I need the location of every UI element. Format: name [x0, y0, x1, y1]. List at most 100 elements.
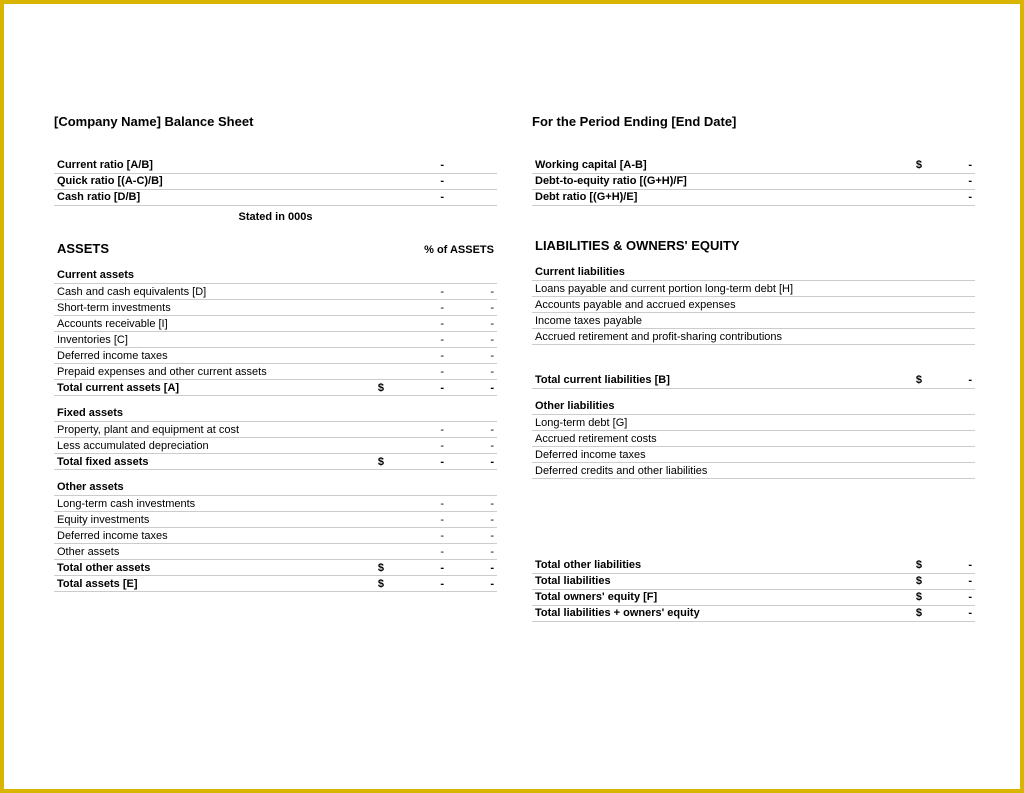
line-label: Property, plant and equipment at cost	[54, 422, 373, 438]
ratio-value: -	[925, 189, 975, 205]
balance-sheet-page: [Company Name] Balance Sheet Current rat…	[4, 4, 1020, 622]
total-label: Total liabilities + owners' equity	[532, 605, 911, 621]
ratio-label: Debt-to-equity ratio [(G+H)/F]	[532, 173, 911, 189]
ratio-label: Current ratio [A/B]	[54, 157, 387, 173]
total-value: -	[925, 589, 975, 605]
total-label: Total liabilities	[532, 573, 911, 589]
line-label: Short-term investments	[54, 300, 373, 316]
ratio-value: -	[387, 189, 447, 205]
total-value: -	[387, 560, 447, 576]
line-label: Accrued retirement and profit-sharing co…	[532, 329, 975, 345]
line-label: Equity investments	[54, 512, 373, 528]
liab-section-head: LIABILITIES & OWNERS' EQUITY	[532, 220, 975, 255]
line-value: -	[387, 332, 447, 348]
line-pct: -	[447, 528, 497, 544]
line-label: Deferred credits and other liabilities	[532, 463, 975, 479]
line-label: Accrued retirement costs	[532, 431, 975, 447]
line-value: -	[387, 316, 447, 332]
left-column: [Company Name] Balance Sheet Current rat…	[54, 114, 497, 622]
line-label: Deferred income taxes	[54, 348, 373, 364]
line-label: Accounts receivable [I]	[54, 316, 373, 332]
line-label: Deferred income taxes	[532, 447, 975, 463]
currency-symbol: $	[911, 605, 925, 621]
ratio-value: -	[387, 157, 447, 173]
line-label: Prepaid expenses and other current asset…	[54, 364, 373, 380]
line-value: -	[387, 422, 447, 438]
line-value: -	[387, 364, 447, 380]
total-other-assets-label: Total other assets	[54, 560, 373, 576]
line-value: -	[387, 512, 447, 528]
right-column: For the Period Ending [End Date] Working…	[532, 114, 975, 622]
currency-symbol: $	[373, 576, 387, 592]
ratio-label: Debt ratio [(G+H)/E]	[532, 189, 911, 205]
ratio-value: -	[925, 157, 975, 173]
total-value: -	[925, 557, 975, 573]
total-label: Total owners' equity [F]	[532, 589, 911, 605]
line-pct: -	[447, 364, 497, 380]
ratio-label: Cash ratio [D/B]	[54, 189, 387, 205]
line-pct: -	[447, 438, 497, 454]
line-label: Long-term cash investments	[54, 496, 373, 512]
total-pct: -	[447, 576, 497, 592]
total-pct: -	[447, 454, 497, 470]
line-pct: -	[447, 544, 497, 560]
currency-symbol: $	[373, 454, 387, 470]
line-value: -	[387, 300, 447, 316]
total-value: -	[387, 380, 447, 396]
current-assets-head: Current assets	[54, 268, 497, 284]
current-liabilities-table: Current liabilities Loans payable and cu…	[532, 255, 975, 480]
total-pct: -	[447, 560, 497, 576]
line-value: -	[387, 438, 447, 454]
document-frame: [Company Name] Balance Sheet Current rat…	[0, 0, 1024, 793]
right-ratios-table: Working capital [A-B]$- Debt-to-equity r…	[532, 157, 975, 206]
line-value: -	[387, 528, 447, 544]
ratio-value: -	[925, 173, 975, 189]
right-title: For the Period Ending [End Date]	[532, 114, 736, 129]
ratio-label: Quick ratio [(A-C)/B]	[54, 173, 387, 189]
left-ratios-table: Current ratio [A/B]- Quick ratio [(A-C)/…	[54, 157, 497, 206]
line-label: Deferred income taxes	[54, 528, 373, 544]
total-current-assets-label: Total current assets [A]	[54, 380, 373, 396]
total-assets-label: Total assets [E]	[54, 576, 373, 592]
line-label: Accounts payable and accrued expenses	[532, 297, 975, 313]
line-label: Loans payable and current portion long-t…	[532, 281, 975, 297]
line-label: Less accumulated depreciation	[54, 438, 373, 454]
total-current-liab-label: Total current liabilities [B]	[532, 373, 911, 389]
current-assets-table: Current assets Cash and cash equivalents…	[54, 258, 497, 593]
current-liab-head: Current liabilities	[532, 265, 975, 281]
currency-symbol: $	[911, 157, 925, 173]
line-label: Long-term debt [G]	[532, 415, 975, 431]
line-pct: -	[447, 348, 497, 364]
currency-symbol: $	[911, 589, 925, 605]
line-pct: -	[447, 496, 497, 512]
currency-symbol: $	[911, 557, 925, 573]
line-label: Cash and cash equivalents [D]	[54, 284, 373, 300]
total-label: Total other liabilities	[532, 557, 911, 573]
other-liab-head: Other liabilities	[532, 399, 975, 415]
line-label: Income taxes payable	[532, 313, 975, 329]
total-value: -	[387, 454, 447, 470]
currency-symbol: $	[911, 373, 925, 389]
line-pct: -	[447, 316, 497, 332]
total-value: -	[387, 576, 447, 592]
assets-header-table: ASSETS % of ASSETS	[54, 223, 497, 258]
total-pct: -	[447, 380, 497, 396]
total-fixed-assets-label: Total fixed assets	[54, 454, 373, 470]
line-pct: -	[447, 332, 497, 348]
line-pct: -	[447, 284, 497, 300]
currency-symbol: $	[373, 560, 387, 576]
liab-totals-table: Total other liabilities$- Total liabilit…	[532, 557, 975, 622]
line-label: Inventories [C]	[54, 332, 373, 348]
total-value: -	[925, 605, 975, 621]
line-value: -	[387, 284, 447, 300]
fixed-assets-head: Fixed assets	[54, 406, 497, 422]
pct-of-assets-head: % of ASSETS	[246, 223, 497, 258]
currency-symbol: $	[373, 380, 387, 396]
stated-note: Stated in 000s	[54, 206, 497, 223]
liab-header-table: LIABILITIES & OWNERS' EQUITY	[532, 220, 975, 255]
total-value: -	[925, 573, 975, 589]
line-label: Other assets	[54, 544, 373, 560]
other-assets-head: Other assets	[54, 480, 497, 496]
line-pct: -	[447, 512, 497, 528]
total-value: -	[925, 373, 975, 389]
